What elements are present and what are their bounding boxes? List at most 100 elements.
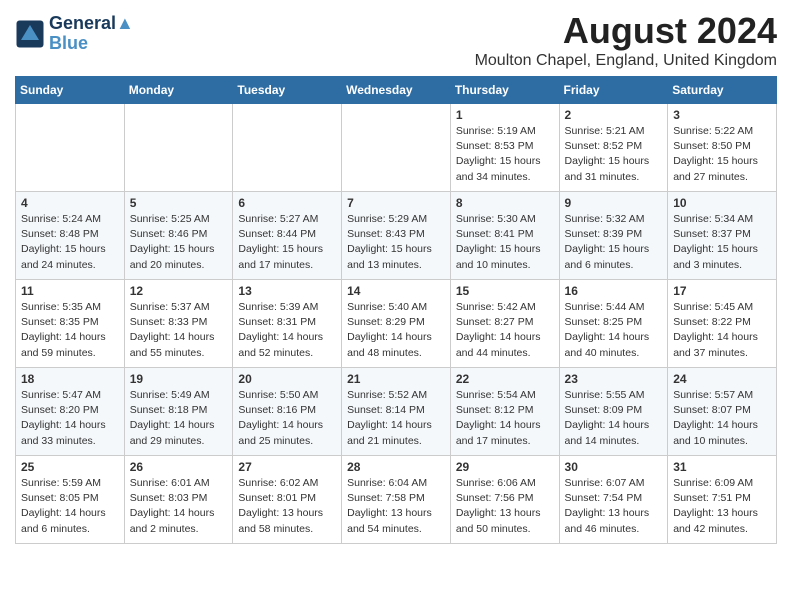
calendar-cell: 2 Sunrise: 5:21 AMSunset: 8:52 PMDaylight…	[559, 104, 668, 192]
day-number: 14	[347, 284, 445, 298]
day-number: 6	[238, 196, 336, 210]
calendar-cell: 16 Sunrise: 5:44 AMSunset: 8:25 PMDayligh…	[559, 280, 668, 368]
day-info: Sunrise: 5:45 AMSunset: 8:22 PMDaylight:…	[673, 300, 771, 361]
col-header-sunday: Sunday	[16, 77, 125, 104]
calendar-week-4: 18 Sunrise: 5:47 AMSunset: 8:20 PMDayligh…	[16, 368, 777, 456]
day-info: Sunrise: 5:25 AMSunset: 8:46 PMDaylight:…	[130, 212, 228, 273]
title-block: August 2024 Moulton Chapel, England, Uni…	[475, 10, 777, 70]
day-info: Sunrise: 6:02 AMSunset: 8:01 PMDaylight:…	[238, 476, 336, 537]
calendar-week-5: 25Sunrise: 5:59 AMSunset: 8:05 PMDayligh…	[16, 456, 777, 544]
day-number: 31	[673, 460, 771, 474]
day-info: Sunrise: 5:24 AMSunset: 8:48 PMDaylight:…	[21, 212, 119, 273]
calendar-cell: 3 Sunrise: 5:22 AMSunset: 8:50 PMDaylight…	[668, 104, 777, 192]
calendar-header: SundayMondayTuesdayWednesdayThursdayFrid…	[16, 77, 777, 104]
calendar-cell: 11Sunrise: 5:35 AMSunset: 8:35 PMDayligh…	[16, 280, 125, 368]
subtitle: Moulton Chapel, England, United Kingdom	[475, 52, 777, 70]
day-number: 23	[565, 372, 663, 386]
calendar-cell: 7Sunrise: 5:29 AMSunset: 8:43 PMDaylight…	[342, 192, 451, 280]
calendar-cell: 22 Sunrise: 5:54 AMSunset: 8:12 PMDayligh…	[450, 368, 559, 456]
day-number: 12	[130, 284, 228, 298]
day-number: 22	[456, 372, 554, 386]
calendar-cell: 28Sunrise: 6:04 AMSunset: 7:58 PMDayligh…	[342, 456, 451, 544]
calendar-cell: 15Sunrise: 5:42 AMSunset: 8:27 PMDayligh…	[450, 280, 559, 368]
calendar-cell: 5 Sunrise: 5:25 AMSunset: 8:46 PMDaylight…	[124, 192, 233, 280]
day-info: Sunrise: 5:50 AMSunset: 8:16 PMDaylight:…	[238, 388, 336, 449]
day-info: Sunrise: 5:52 AMSunset: 8:14 PMDaylight:…	[347, 388, 445, 449]
calendar-cell: 29Sunrise: 6:06 AMSunset: 7:56 PMDayligh…	[450, 456, 559, 544]
col-header-friday: Friday	[559, 77, 668, 104]
day-info: Sunrise: 5:40 AMSunset: 8:29 PMDaylight:…	[347, 300, 445, 361]
calendar-cell	[233, 104, 342, 192]
calendar-cell: 30 Sunrise: 6:07 AMSunset: 7:54 PMDayligh…	[559, 456, 668, 544]
day-number: 18	[21, 372, 119, 386]
col-header-saturday: Saturday	[668, 77, 777, 104]
calendar-cell: 6 Sunrise: 5:27 AMSunset: 8:44 PMDaylight…	[233, 192, 342, 280]
day-number: 9	[565, 196, 663, 210]
day-number: 24	[673, 372, 771, 386]
day-info: Sunrise: 6:01 AMSunset: 8:03 PMDaylight:…	[130, 476, 228, 537]
day-number: 20	[238, 372, 336, 386]
day-number: 8	[456, 196, 554, 210]
day-number: 29	[456, 460, 554, 474]
day-number: 5	[130, 196, 228, 210]
day-info: Sunrise: 5:44 AMSunset: 8:25 PMDaylight:…	[565, 300, 663, 361]
day-info: Sunrise: 5:35 AMSunset: 8:35 PMDaylight:…	[21, 300, 119, 361]
day-info: Sunrise: 5:59 AMSunset: 8:05 PMDaylight:…	[21, 476, 119, 537]
day-info: Sunrise: 6:04 AMSunset: 7:58 PMDaylight:…	[347, 476, 445, 537]
col-header-tuesday: Tuesday	[233, 77, 342, 104]
col-header-thursday: Thursday	[450, 77, 559, 104]
calendar-cell: 26 Sunrise: 6:01 AMSunset: 8:03 PMDayligh…	[124, 456, 233, 544]
calendar-cell: 27Sunrise: 6:02 AMSunset: 8:01 PMDayligh…	[233, 456, 342, 544]
day-info: Sunrise: 5:21 AMSunset: 8:52 PMDaylight:…	[565, 124, 663, 185]
day-info: Sunrise: 5:22 AMSunset: 8:50 PMDaylight:…	[673, 124, 771, 185]
calendar-week-3: 11Sunrise: 5:35 AMSunset: 8:35 PMDayligh…	[16, 280, 777, 368]
day-info: Sunrise: 5:54 AMSunset: 8:12 PMDaylight:…	[456, 388, 554, 449]
page-header: General▲ Blue August 2024 Moulton Chapel…	[15, 10, 777, 70]
calendar-cell: 31 Sunrise: 6:09 AMSunset: 7:51 PMDayligh…	[668, 456, 777, 544]
day-number: 13	[238, 284, 336, 298]
col-header-monday: Monday	[124, 77, 233, 104]
calendar-cell: 4 Sunrise: 5:24 AMSunset: 8:48 PMDaylight…	[16, 192, 125, 280]
logo: General▲ Blue	[15, 14, 134, 54]
calendar-cell: 12 Sunrise: 5:37 AMSunset: 8:33 PMDayligh…	[124, 280, 233, 368]
day-info: Sunrise: 5:39 AMSunset: 8:31 PMDaylight:…	[238, 300, 336, 361]
day-number: 26	[130, 460, 228, 474]
calendar-cell: 21 Sunrise: 5:52 AMSunset: 8:14 PMDayligh…	[342, 368, 451, 456]
calendar-cell: 24 Sunrise: 5:57 AMSunset: 8:07 PMDayligh…	[668, 368, 777, 456]
day-info: Sunrise: 6:07 AMSunset: 7:54 PMDaylight:…	[565, 476, 663, 537]
main-title: August 2024	[475, 10, 777, 52]
calendar-cell: 10 Sunrise: 5:34 AMSunset: 8:37 PMDayligh…	[668, 192, 777, 280]
calendar-cell	[124, 104, 233, 192]
day-info: Sunrise: 6:09 AMSunset: 7:51 PMDaylight:…	[673, 476, 771, 537]
day-info: Sunrise: 5:32 AMSunset: 8:39 PMDaylight:…	[565, 212, 663, 273]
calendar-cell	[342, 104, 451, 192]
day-info: Sunrise: 5:49 AMSunset: 8:18 PMDaylight:…	[130, 388, 228, 449]
day-number: 2	[565, 108, 663, 122]
calendar-cell: 13 Sunrise: 5:39 AMSunset: 8:31 PMDayligh…	[233, 280, 342, 368]
day-info: Sunrise: 5:27 AMSunset: 8:44 PMDaylight:…	[238, 212, 336, 273]
calendar-cell	[16, 104, 125, 192]
calendar-week-1: 1Sunrise: 5:19 AMSunset: 8:53 PMDaylight…	[16, 104, 777, 192]
day-number: 10	[673, 196, 771, 210]
logo-text: General▲ Blue	[49, 14, 134, 54]
day-info: Sunrise: 5:47 AMSunset: 8:20 PMDaylight:…	[21, 388, 119, 449]
calendar-cell: 20 Sunrise: 5:50 AMSunset: 8:16 PMDayligh…	[233, 368, 342, 456]
day-number: 1	[456, 108, 554, 122]
calendar-table: SundayMondayTuesdayWednesdayThursdayFrid…	[15, 76, 777, 544]
calendar-cell: 17Sunrise: 5:45 AMSunset: 8:22 PMDayligh…	[668, 280, 777, 368]
day-number: 21	[347, 372, 445, 386]
day-info: Sunrise: 5:57 AMSunset: 8:07 PMDaylight:…	[673, 388, 771, 449]
day-info: Sunrise: 5:37 AMSunset: 8:33 PMDaylight:…	[130, 300, 228, 361]
day-info: Sunrise: 5:29 AMSunset: 8:43 PMDaylight:…	[347, 212, 445, 273]
calendar-cell: 25Sunrise: 5:59 AMSunset: 8:05 PMDayligh…	[16, 456, 125, 544]
day-number: 3	[673, 108, 771, 122]
day-number: 19	[130, 372, 228, 386]
day-info: Sunrise: 5:42 AMSunset: 8:27 PMDaylight:…	[456, 300, 554, 361]
calendar-week-2: 4 Sunrise: 5:24 AMSunset: 8:48 PMDaylight…	[16, 192, 777, 280]
day-number: 16	[565, 284, 663, 298]
col-header-wednesday: Wednesday	[342, 77, 451, 104]
day-number: 4	[21, 196, 119, 210]
day-info: Sunrise: 5:34 AMSunset: 8:37 PMDaylight:…	[673, 212, 771, 273]
day-number: 30	[565, 460, 663, 474]
day-info: Sunrise: 5:55 AMSunset: 8:09 PMDaylight:…	[565, 388, 663, 449]
